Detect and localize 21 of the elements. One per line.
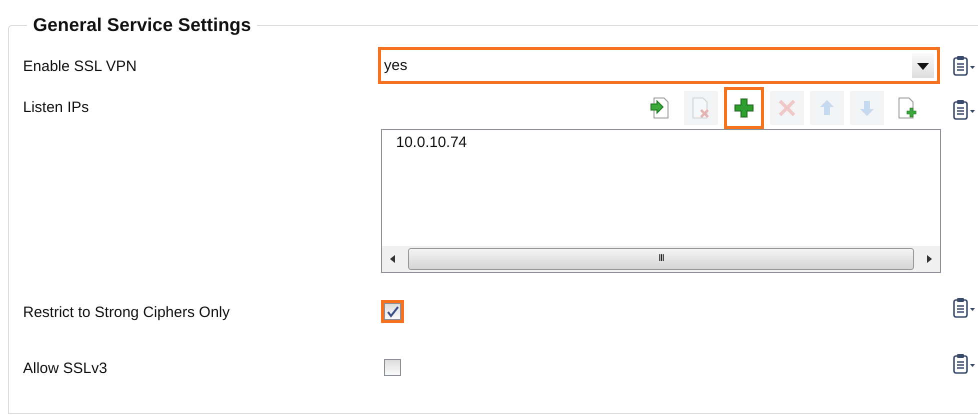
section-title: General Service Settings xyxy=(32,14,252,36)
dropdown-field[interactable]: yes xyxy=(378,47,940,84)
dropdown-caret-icon xyxy=(912,53,934,78)
field-label: Listen IPs xyxy=(23,99,90,116)
clipboard-menu-icon[interactable] xyxy=(952,297,976,319)
clipboard-menu-icon[interactable] xyxy=(952,55,976,77)
checkbox[interactable] xyxy=(384,303,401,320)
field-label: Restrict to Strong Ciphers Only xyxy=(23,303,231,321)
list-item[interactable]: 10.0.10.74 xyxy=(396,134,926,151)
list-box[interactable]: 10.0.10.74 III xyxy=(381,129,941,273)
field-label: Enable SSL VPN xyxy=(23,57,138,75)
scroll-thumb[interactable]: III xyxy=(408,248,914,270)
scroll-left-icon[interactable] xyxy=(388,254,398,264)
add-icon xyxy=(732,96,756,120)
horizontal-scrollbar[interactable]: III xyxy=(382,246,940,272)
checkbox[interactable] xyxy=(384,359,401,376)
scroll-right-icon[interactable] xyxy=(924,254,934,264)
field-label: Allow SSLv3 xyxy=(23,359,108,377)
clipboard-menu-icon[interactable] xyxy=(952,353,976,375)
add-button[interactable] xyxy=(724,87,764,129)
clipboard-menu-icon[interactable] xyxy=(952,99,976,121)
